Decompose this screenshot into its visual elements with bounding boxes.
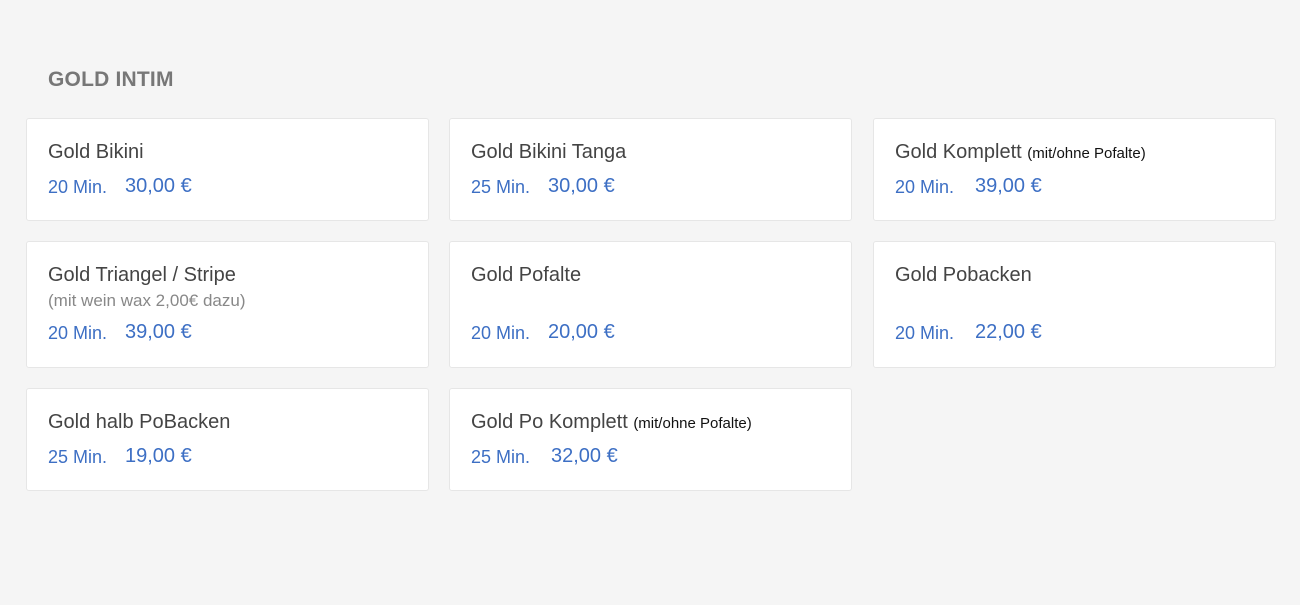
- service-duration: 25 Min.: [471, 177, 531, 197]
- service-duration: 20 Min.: [48, 323, 108, 343]
- service-card-gold-komplett[interactable]: Gold Komplett (mit/ohne Pofalte) 20 Min.…: [873, 118, 1276, 221]
- service-suffix: (mit/ohne Pofalte): [633, 415, 752, 432]
- service-name: Gold Bikini: [48, 141, 144, 163]
- service-duration: 25 Min.: [471, 447, 531, 467]
- service-price: 32,00 €: [551, 445, 618, 467]
- service-duration: 20 Min.: [895, 323, 955, 343]
- service-title: Gold Pofalte: [471, 264, 581, 287]
- service-price: 19,00 €: [125, 445, 192, 467]
- service-name: Gold Po Komplett: [471, 411, 628, 433]
- service-name: Gold Pobacken: [895, 264, 1032, 286]
- service-name: Gold Pofalte: [471, 264, 582, 286]
- service-card-gold-bikini[interactable]: Gold Bikini 20 Min. 30,00 €: [26, 118, 429, 221]
- service-card-gold-pofalte[interactable]: Gold Pofalte 20 Min. 20,00 €: [449, 241, 852, 368]
- service-title: Gold Bikini Tanga: [471, 141, 626, 164]
- service-price: 22,00 €: [975, 321, 1042, 343]
- service-note: (mit wein wax 2,00€ dazu): [48, 291, 246, 310]
- service-duration: 20 Min.: [471, 323, 531, 343]
- service-duration: 25 Min.: [48, 447, 108, 467]
- service-title: Gold Bikini: [48, 141, 144, 164]
- service-title: Gold halb PoBacken: [48, 411, 230, 434]
- service-price: 30,00 €: [125, 175, 192, 197]
- service-card-gold-po-komplett[interactable]: Gold Po Komplett (mit/ohne Pofalte) 25 M…: [449, 388, 852, 491]
- section-title: GOLD INTIM: [48, 68, 174, 91]
- service-card-gold-pobacken[interactable]: Gold Pobacken 20 Min. 22,00 €: [873, 241, 1276, 368]
- service-duration: 20 Min.: [895, 177, 955, 197]
- service-title: Gold Po Komplett (mit/ohne Pofalte): [471, 411, 752, 434]
- service-price: 39,00 €: [125, 321, 192, 343]
- service-title: Gold Triangel / Stripe: [48, 264, 236, 287]
- service-name: Gold Triangel / Stripe: [48, 264, 236, 286]
- service-duration: 20 Min.: [48, 177, 108, 197]
- service-name: Gold Komplett: [895, 141, 1022, 163]
- service-card-gold-triangel-stripe[interactable]: Gold Triangel / Stripe (mit wein wax 2,0…: [26, 241, 429, 368]
- service-card-gold-halb-pobacken[interactable]: Gold halb PoBacken 25 Min. 19,00 €: [26, 388, 429, 491]
- service-price: 20,00 €: [548, 321, 615, 343]
- service-title: Gold Pobacken: [895, 264, 1032, 287]
- service-name: Gold halb PoBacken: [48, 411, 231, 433]
- service-name: Gold Bikini Tanga: [471, 141, 627, 163]
- service-card-gold-bikini-tanga[interactable]: Gold Bikini Tanga 25 Min. 30,00 €: [449, 118, 852, 221]
- service-title: Gold Komplett (mit/ohne Pofalte): [895, 141, 1146, 164]
- service-suffix: (mit/ohne Pofalte): [1027, 145, 1146, 162]
- service-price: 30,00 €: [548, 175, 615, 197]
- service-price: 39,00 €: [975, 175, 1042, 197]
